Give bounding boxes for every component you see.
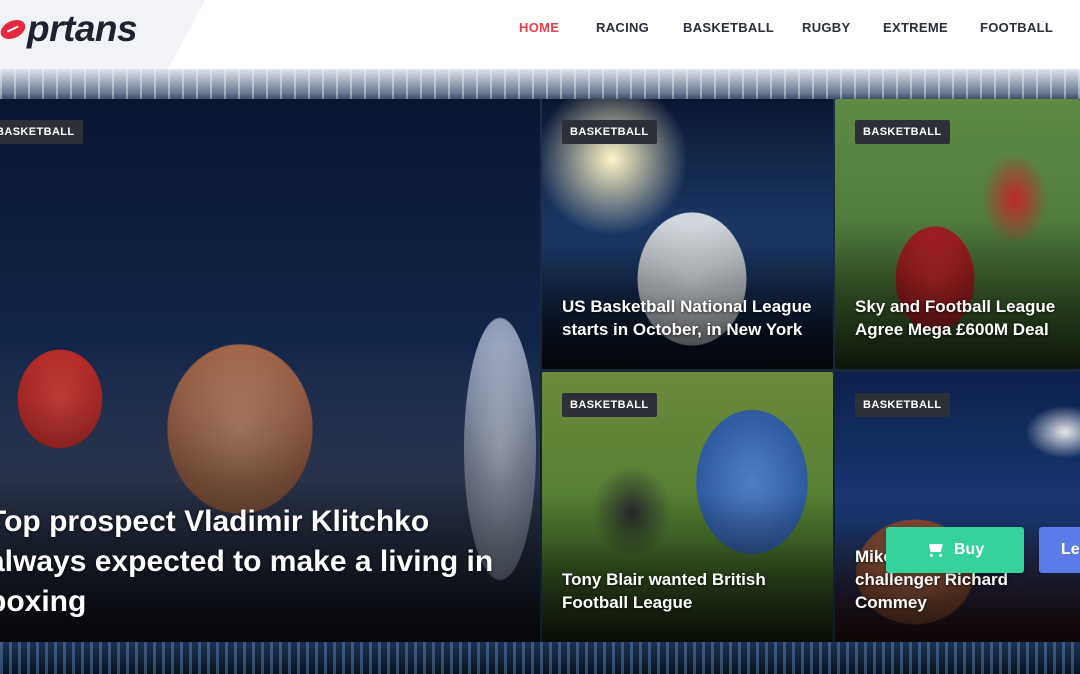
featured-card-2[interactable]: BASKETBALL Sky and Football League Agree… [835,99,1080,369]
category-badge[interactable]: BASKETBALL [855,120,950,144]
card-title[interactable]: Tony Blair wanted British Football Leagu… [562,568,823,614]
buy-label: Buy [953,541,985,558]
learn-button[interactable]: Learn [1039,527,1080,573]
featured-card-4[interactable]: BASKETBALL Mikey ... mandatory challenge… [835,372,1080,642]
featured-card-3[interactable]: BASKETBALL Tony Blair wanted British Foo… [542,372,833,642]
category-badge[interactable]: BASKETBALL [0,120,83,144]
nav-football[interactable]: FOOTBALL [980,20,1053,35]
card-title[interactable]: Top prospect Vladimir Klitchko always ex… [0,502,530,622]
main-nav: HOME RACING BASKETBALL RUGBY EXTREME FOO… [0,20,1080,40]
nav-racing[interactable]: RACING [596,20,649,35]
nav-rugby[interactable]: RUGBY [802,20,850,35]
category-badge[interactable]: BASKETBALL [855,393,950,417]
nav-home[interactable]: HOME [519,20,559,35]
featured-card-main[interactable]: BASKETBALL Top prospect Vladimir Klitchk… [0,99,540,642]
nav-extreme[interactable]: EXTREME [883,20,948,35]
card-title[interactable]: US Basketball National League starts in … [562,295,823,341]
buy-button[interactable]: Buy [886,527,1024,573]
category-badge[interactable]: BASKETBALL [562,120,657,144]
site-header: prtans HOME RACING BASKETBALL RUGBY EXTR… [0,0,1080,69]
featured-card-1[interactable]: BASKETBALL US Basketball National League… [542,99,833,369]
nav-basketball[interactable]: BASKETBALL [683,20,774,35]
category-badge[interactable]: BASKETBALL [562,393,657,417]
card-title[interactable]: Sky and Football League Agree Mega £600M… [855,295,1070,341]
cart-icon [926,542,946,558]
